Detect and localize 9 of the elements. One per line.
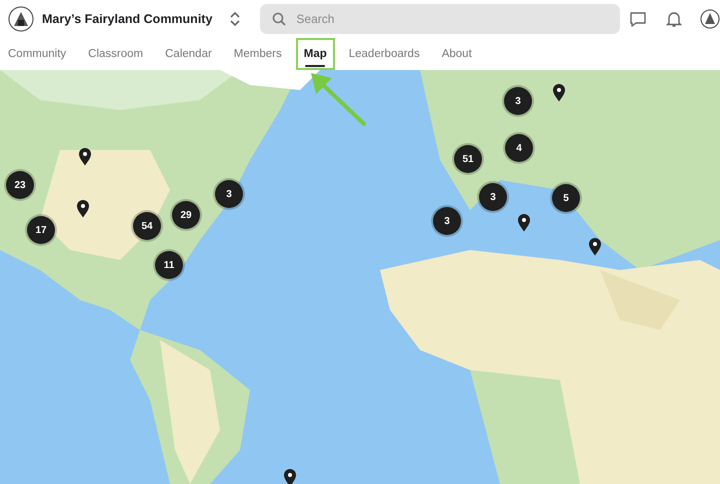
nav-tab[interactable]: Map	[296, 38, 335, 70]
nav-tab[interactable]: Classroom	[80, 38, 152, 70]
nav-tab[interactable]: Calendar	[157, 38, 220, 70]
nav-tab[interactable]: About	[434, 38, 480, 70]
nav-tab[interactable]: Members	[226, 38, 290, 70]
search-field[interactable]: Search	[260, 4, 620, 34]
nav-tab[interactable]: Leaderboards	[340, 38, 428, 70]
community-name: Mary’s Fairyland Community	[42, 12, 212, 26]
nav-tab[interactable]: Community	[0, 38, 74, 70]
